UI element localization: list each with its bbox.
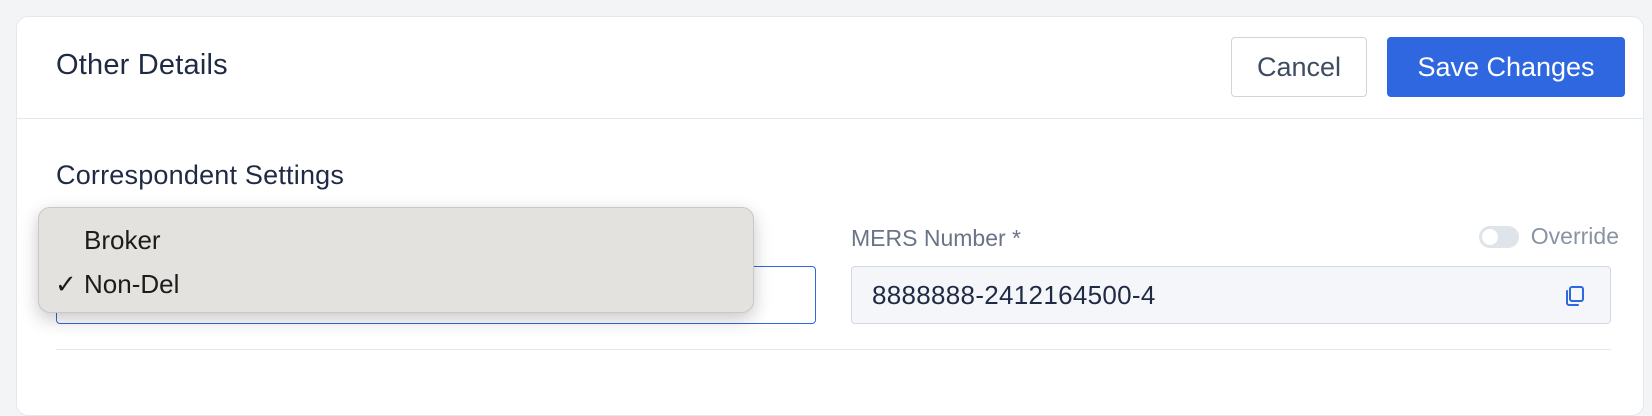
override-label: Override [1530, 223, 1619, 249]
save-changes-button[interactable]: Save Changes [1387, 37, 1625, 97]
toggle-knob [1481, 228, 1498, 245]
menu-item-non-del[interactable]: ✓ Non-Del [39, 262, 753, 306]
channel-dropdown-menu: Broker ✓ Non-Del [38, 207, 754, 313]
menu-item-label: Broker [84, 224, 161, 255]
menu-item-label: Non-Del [84, 268, 180, 299]
override-toggle[interactable] [1478, 225, 1519, 248]
mers-number-label: MERS Number * [851, 225, 1021, 251]
copy-icon[interactable] [1564, 285, 1586, 307]
override-control: Override [1478, 223, 1619, 250]
cancel-button[interactable]: Cancel [1231, 37, 1367, 97]
mers-number-field[interactable]: 8888888-2412164500-4 [851, 266, 1611, 324]
check-icon: ✓ [55, 268, 77, 299]
section-divider [56, 349, 1611, 350]
menu-item-broker[interactable]: Broker [39, 218, 753, 262]
card-header: Other Details Cancel Save Changes [17, 17, 1643, 119]
card-title: Other Details [56, 49, 228, 81]
mers-number-value: 8888888-2412164500-4 [872, 279, 1156, 310]
section-title: Correspondent Settings [56, 160, 345, 190]
